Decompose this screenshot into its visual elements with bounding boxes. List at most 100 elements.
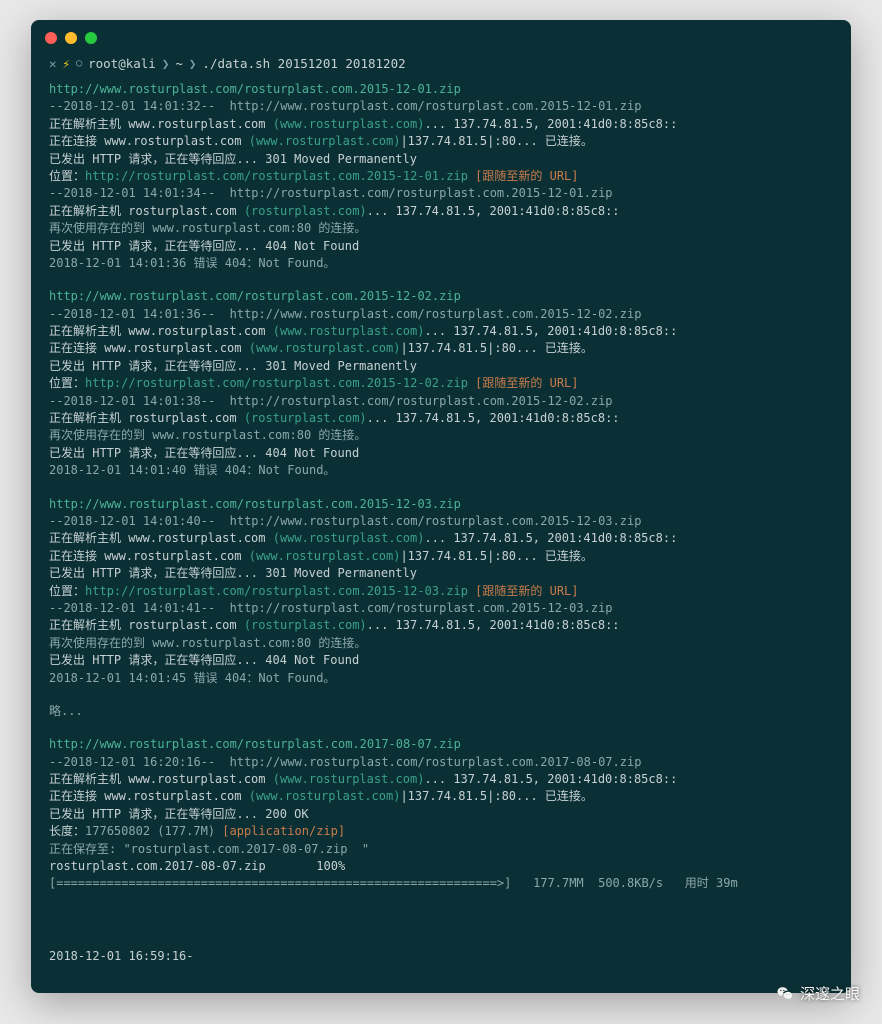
output-line: 正在连接 www.rosturplast.com (www.rosturplas… [49, 788, 833, 805]
output-line: 正在连接 www.rosturplast.com (www.rosturplas… [49, 133, 833, 150]
output-section: 略... [49, 703, 833, 720]
output-section: http://www.rosturplast.com/rosturplast.c… [49, 81, 833, 272]
output-line: rosturplast.com.2017-08-07.zip 100% [49, 858, 833, 875]
output-line: http://www.rosturplast.com/rosturplast.c… [49, 736, 833, 753]
output-span: --2018-12-01 14:01:34-- http://rosturpla… [49, 186, 613, 200]
output-line: 正在解析主机 rosturplast.com (rosturplast.com)… [49, 410, 833, 427]
output-span: 已发出 HTTP 请求，正在等待回应... 200 OK [49, 807, 309, 821]
minimize-icon[interactable] [65, 32, 77, 44]
output-span: 正在连接 www.rosturplast.com [49, 341, 249, 355]
output-line: --2018-12-01 16:20:16-- http://www.rostu… [49, 754, 833, 771]
output-span: 177650802 (177.7M) [85, 824, 215, 838]
output-line: 已发出 HTTP 请求，正在等待回应... 301 Moved Permanen… [49, 358, 833, 375]
output-span: (www.rosturplast.com) [249, 341, 401, 355]
terminal-output[interactable]: http://www.rosturplast.com/rosturplast.c… [31, 81, 851, 893]
output-span: 正在解析主机 rosturplast.com [49, 204, 244, 218]
output-span: --2018-12-01 14:01:41-- http://rosturpla… [49, 601, 613, 615]
output-span: (rosturplast.com) [244, 204, 367, 218]
output-span: 已发出 HTTP 请求，正在等待回应... 404 Not Found [49, 239, 359, 253]
output-line: 正在解析主机 rosturplast.com (rosturplast.com)… [49, 203, 833, 220]
output-line: 正在解析主机 www.rosturplast.com (www.rosturpl… [49, 116, 833, 133]
output-line: 2018-12-01 14:01:45 错误 404：Not Found。 [49, 670, 833, 687]
titlebar [31, 20, 851, 56]
output-line: 正在连接 www.rosturplast.com (www.rosturplas… [49, 548, 833, 565]
output-span: 再次使用存在的到 www.rosturplast.com:80 的连接。 [49, 636, 366, 650]
output-span: rosturplast.com.2017-08-07.zip 100% [49, 859, 345, 873]
watermark: 深邃之眼 [776, 983, 860, 1004]
output-span: |137.74.81.5|:80... 已连接。 [400, 789, 593, 803]
output-section: http://www.rosturplast.com/rosturplast.c… [49, 288, 833, 479]
output-span: http://www.rosturplast.com/rosturplast.c… [49, 497, 461, 511]
output-line: 已发出 HTTP 请求，正在等待回应... 301 Moved Permanen… [49, 565, 833, 582]
output-line: 再次使用存在的到 www.rosturplast.com:80 的连接。 [49, 635, 833, 652]
output-span: http://rosturplast.com/rosturplast.com.2… [85, 584, 468, 598]
output-line: 正在保存至: "rosturplast.com.2017-08-07.zip " [49, 841, 833, 858]
output-span: |137.74.81.5|:80... 已连接。 [400, 341, 593, 355]
output-span: (www.rosturplast.com) [273, 531, 425, 545]
output-line: 再次使用存在的到 www.rosturplast.com:80 的连接。 [49, 427, 833, 444]
output-span: 正在解析主机 www.rosturplast.com [49, 531, 273, 545]
output-span: ========================================… [56, 876, 504, 890]
output-line: 正在解析主机 www.rosturplast.com (www.rosturpl… [49, 771, 833, 788]
output-line: http://www.rosturplast.com/rosturplast.c… [49, 81, 833, 98]
watermark-text: 深邃之眼 [800, 983, 860, 1004]
output-span: 正在解析主机 www.rosturplast.com [49, 772, 273, 786]
output-section: http://www.rosturplast.com/rosturplast.c… [49, 736, 833, 893]
output-line: 再次使用存在的到 www.rosturplast.com:80 的连接。 [49, 220, 833, 237]
output-line: 正在解析主机 rosturplast.com (rosturplast.com)… [49, 617, 833, 634]
output-span: 已发出 HTTP 请求，正在等待回应... 404 Not Found [49, 446, 359, 460]
output-span: --2018-12-01 14:01:36-- http://www.rostu… [49, 307, 641, 321]
output-span: (www.rosturplast.com) [249, 134, 401, 148]
output-span: 已发出 HTTP 请求，正在等待回应... 301 Moved Permanen… [49, 152, 417, 166]
output-span: 正在解析主机 www.rosturplast.com [49, 324, 273, 338]
maximize-icon[interactable] [85, 32, 97, 44]
output-span: (rosturplast.com) [244, 411, 367, 425]
output-line: [=======================================… [49, 875, 833, 892]
output-span: --2018-12-01 14:01:32-- http://www.rostu… [49, 99, 641, 113]
output-span: ... 137.74.81.5, 2001:41d0:8:85c8:: [367, 618, 620, 632]
output-span: ... 137.74.81.5, 2001:41d0:8:85c8:: [424, 324, 677, 338]
output-span: 长度： [49, 824, 85, 838]
output-span: 位置： [49, 169, 85, 183]
output-line: http://www.rosturplast.com/rosturplast.c… [49, 288, 833, 305]
wechat-icon [776, 985, 794, 1003]
footer-timestamp: 2018-12-01 16:59:16- [31, 909, 851, 963]
output-span: 2018-12-01 14:01:40 错误 404：Not Found。 [49, 463, 335, 477]
output-span: 正在连接 www.rosturplast.com [49, 134, 249, 148]
output-span: 正在保存至: "rosturplast.com.2017-08-07.zip " [49, 842, 369, 856]
output-line: 位置：http://rosturplast.com/rosturplast.co… [49, 168, 833, 185]
output-span: [跟随至新的 URL] [468, 376, 579, 390]
arrow-icon: ❯ [189, 56, 197, 71]
output-span: http://www.rosturplast.com/rosturplast.c… [49, 737, 461, 751]
output-span: ... 137.74.81.5, 2001:41d0:8:85c8:: [424, 117, 677, 131]
output-line: 已发出 HTTP 请求，正在等待回应... 404 Not Found [49, 238, 833, 255]
output-line: --2018-12-01 14:01:38-- http://rosturpla… [49, 393, 833, 410]
output-line: 已发出 HTTP 请求，正在等待回应... 404 Not Found [49, 445, 833, 462]
output-span: [跟随至新的 URL] [468, 584, 579, 598]
terminal-window: ✕ ⚡ ◯ root@kali ❯ ~ ❯ ./data.sh 20151201… [31, 20, 851, 993]
output-span: ... 137.74.81.5, 2001:41d0:8:85c8:: [424, 772, 677, 786]
output-span: 位置： [49, 584, 85, 598]
output-line: 长度：177650802 (177.7M) [application/zip] [49, 823, 833, 840]
prompt-dir: ~ [175, 56, 183, 71]
output-span: |137.74.81.5|:80... 已连接。 [400, 549, 593, 563]
output-section: http://www.rosturplast.com/rosturplast.c… [49, 496, 833, 687]
output-line: --2018-12-01 14:01:34-- http://rosturpla… [49, 185, 833, 202]
close-icon[interactable] [45, 32, 57, 44]
output-span: ... 137.74.81.5, 2001:41d0:8:85c8:: [367, 411, 620, 425]
output-span: 2018-12-01 14:01:36 错误 404：Not Found。 [49, 256, 335, 270]
output-span: 再次使用存在的到 www.rosturplast.com:80 的连接。 [49, 221, 366, 235]
output-line: 已发出 HTTP 请求，正在等待回应... 200 OK [49, 806, 833, 823]
output-span: |137.74.81.5|:80... 已连接。 [400, 134, 593, 148]
output-span: (www.rosturplast.com) [249, 789, 401, 803]
output-span: 再次使用存在的到 www.rosturplast.com:80 的连接。 [49, 428, 366, 442]
output-span: --2018-12-01 14:01:38-- http://rosturpla… [49, 394, 613, 408]
output-span: 已发出 HTTP 请求，正在等待回应... 301 Moved Permanen… [49, 359, 417, 373]
prompt-x-icon: ✕ [49, 56, 57, 71]
output-line: 2018-12-01 14:01:36 错误 404：Not Found。 [49, 255, 833, 272]
output-line: 正在解析主机 www.rosturplast.com (www.rosturpl… [49, 530, 833, 547]
output-span: 正在连接 www.rosturplast.com [49, 549, 249, 563]
output-line: 位置：http://rosturplast.com/rosturplast.co… [49, 375, 833, 392]
prompt-line[interactable]: ✕ ⚡ ◯ root@kali ❯ ~ ❯ ./data.sh 20151201… [31, 56, 851, 81]
output-line: --2018-12-01 14:01:36-- http://www.rostu… [49, 306, 833, 323]
